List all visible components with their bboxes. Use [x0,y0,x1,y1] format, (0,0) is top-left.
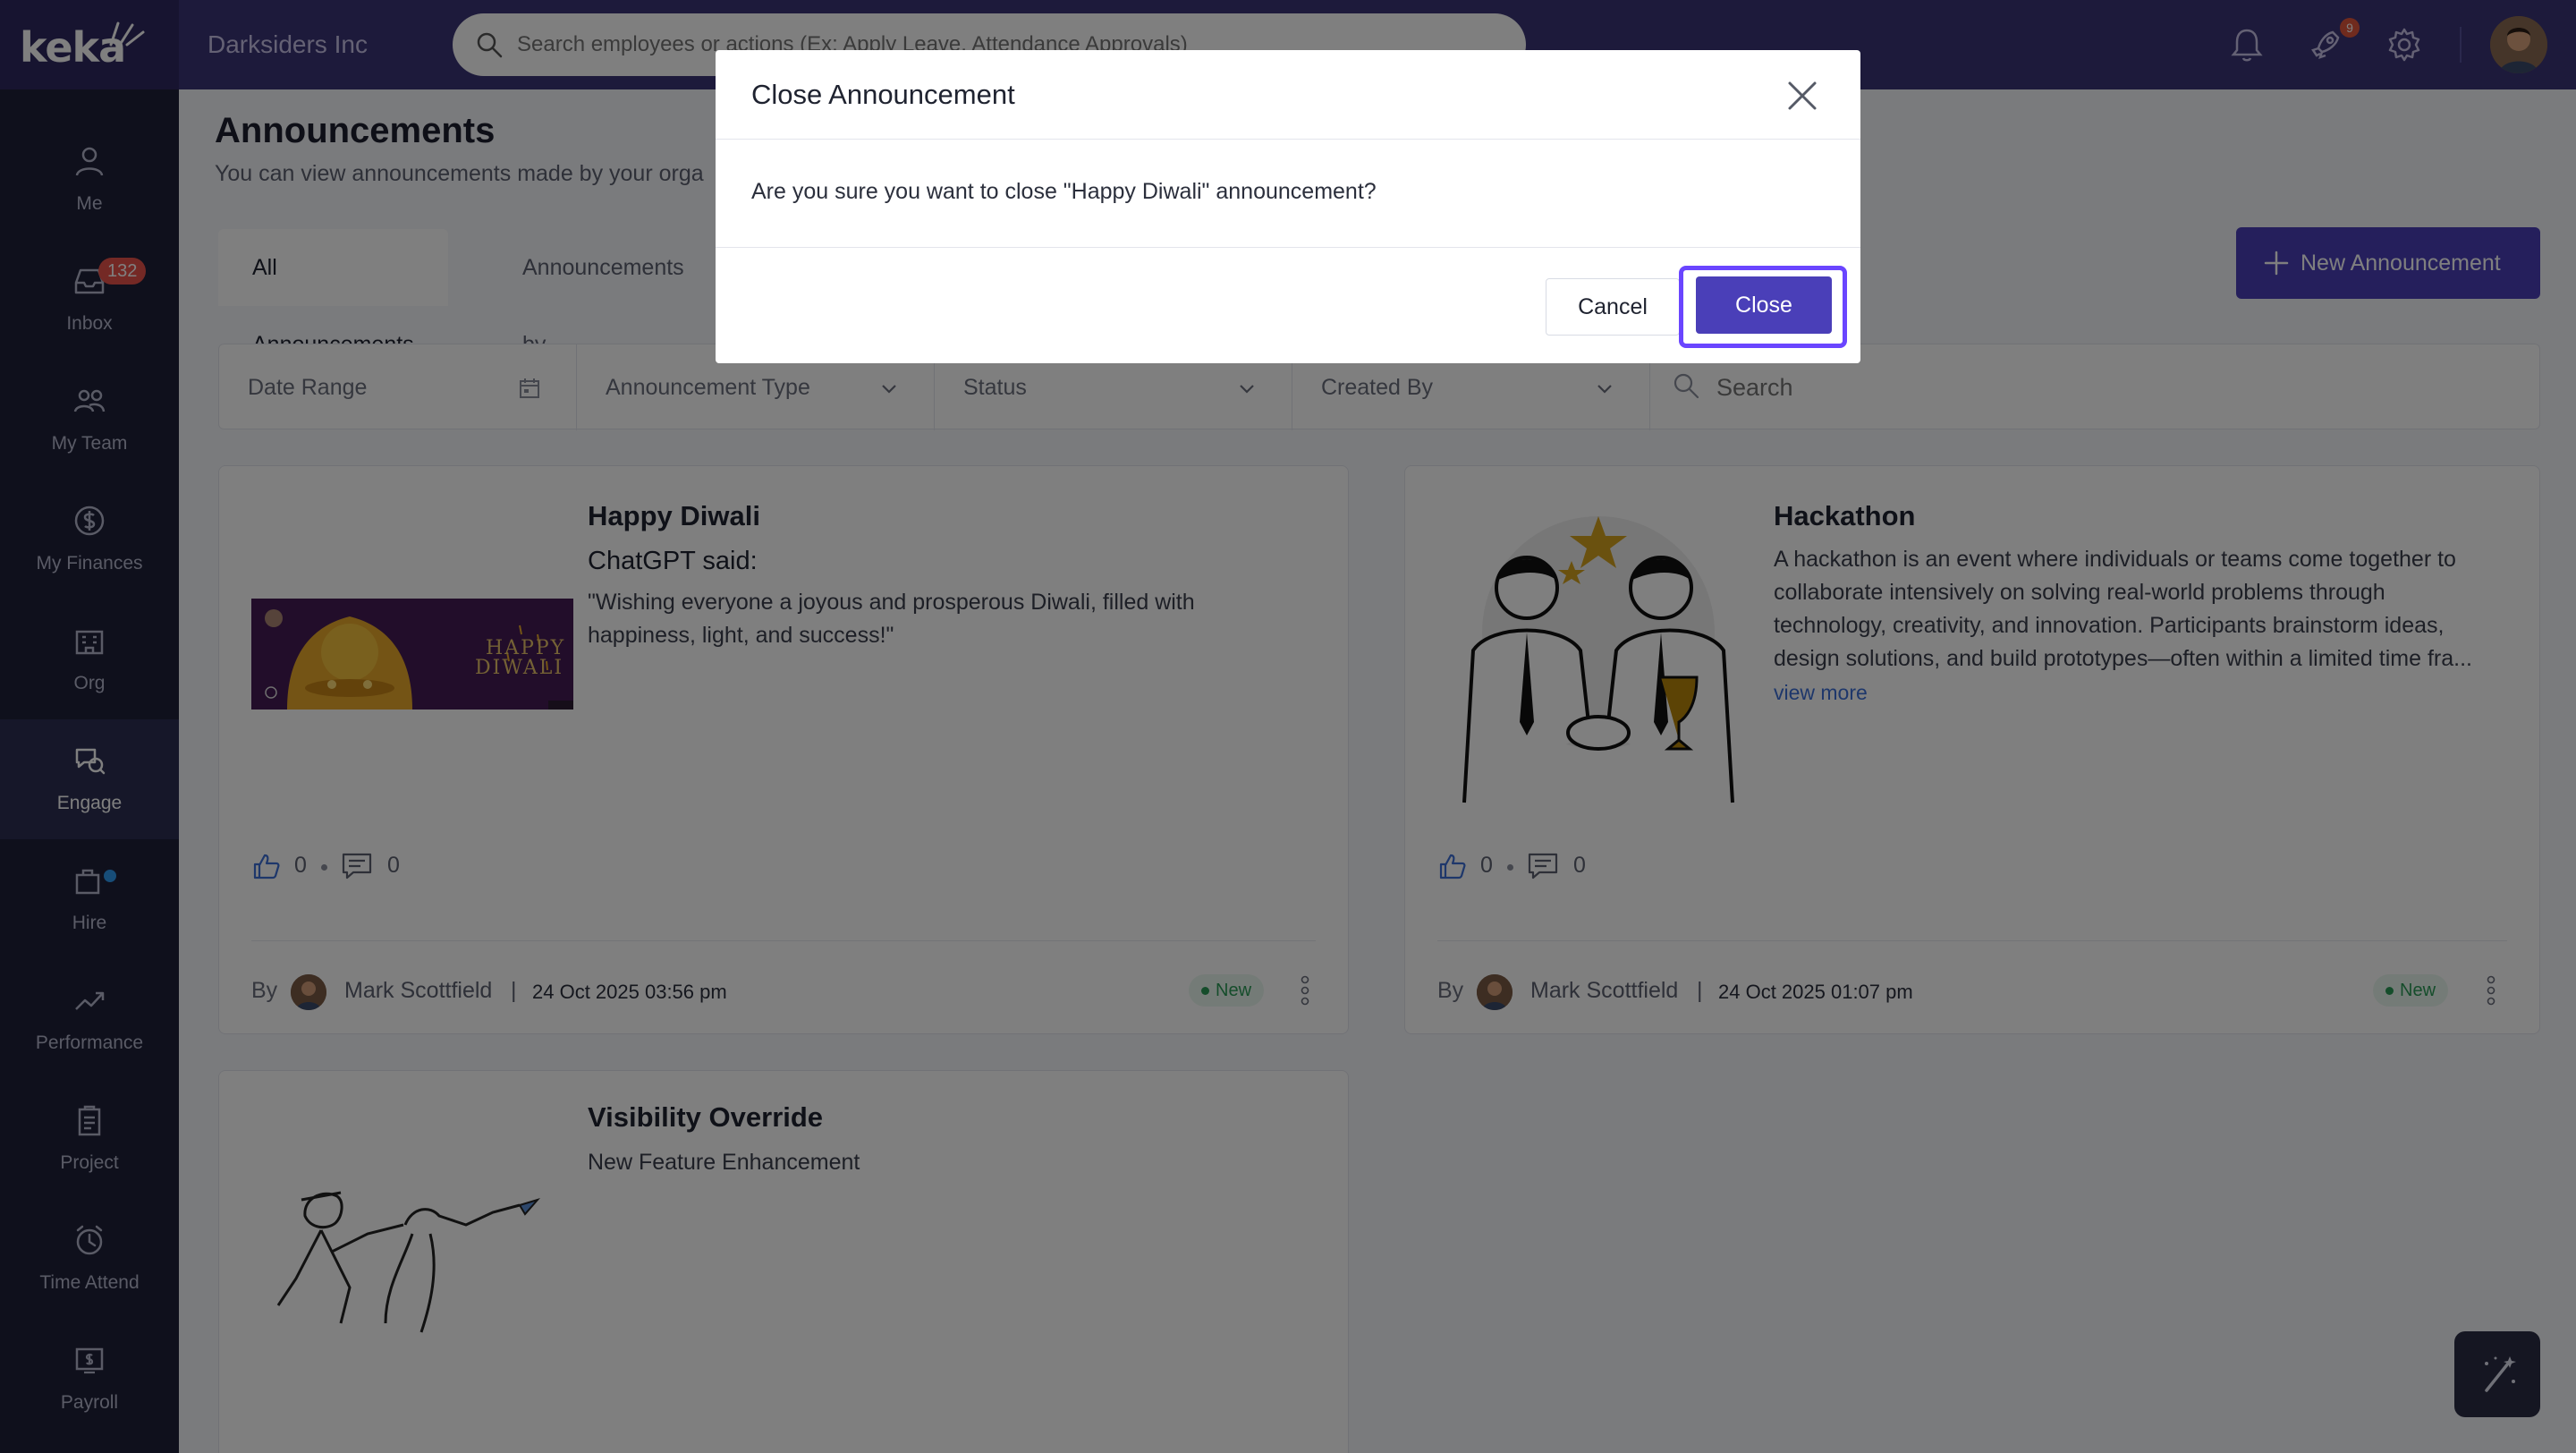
dialog-title: Close Announcement [751,79,1015,110]
confirm-close-button[interactable]: Close [1696,276,1832,334]
dialog-message: Are you sure you want to close "Happy Di… [751,179,1377,204]
dialog-header: Close Announcement [716,50,1860,140]
dialog-footer: Cancel Close [716,247,1860,363]
close-icon[interactable] [1785,79,1819,113]
close-announcement-dialog: Close Announcement Are you sure you want… [716,50,1860,363]
cancel-button[interactable]: Cancel [1546,278,1680,336]
